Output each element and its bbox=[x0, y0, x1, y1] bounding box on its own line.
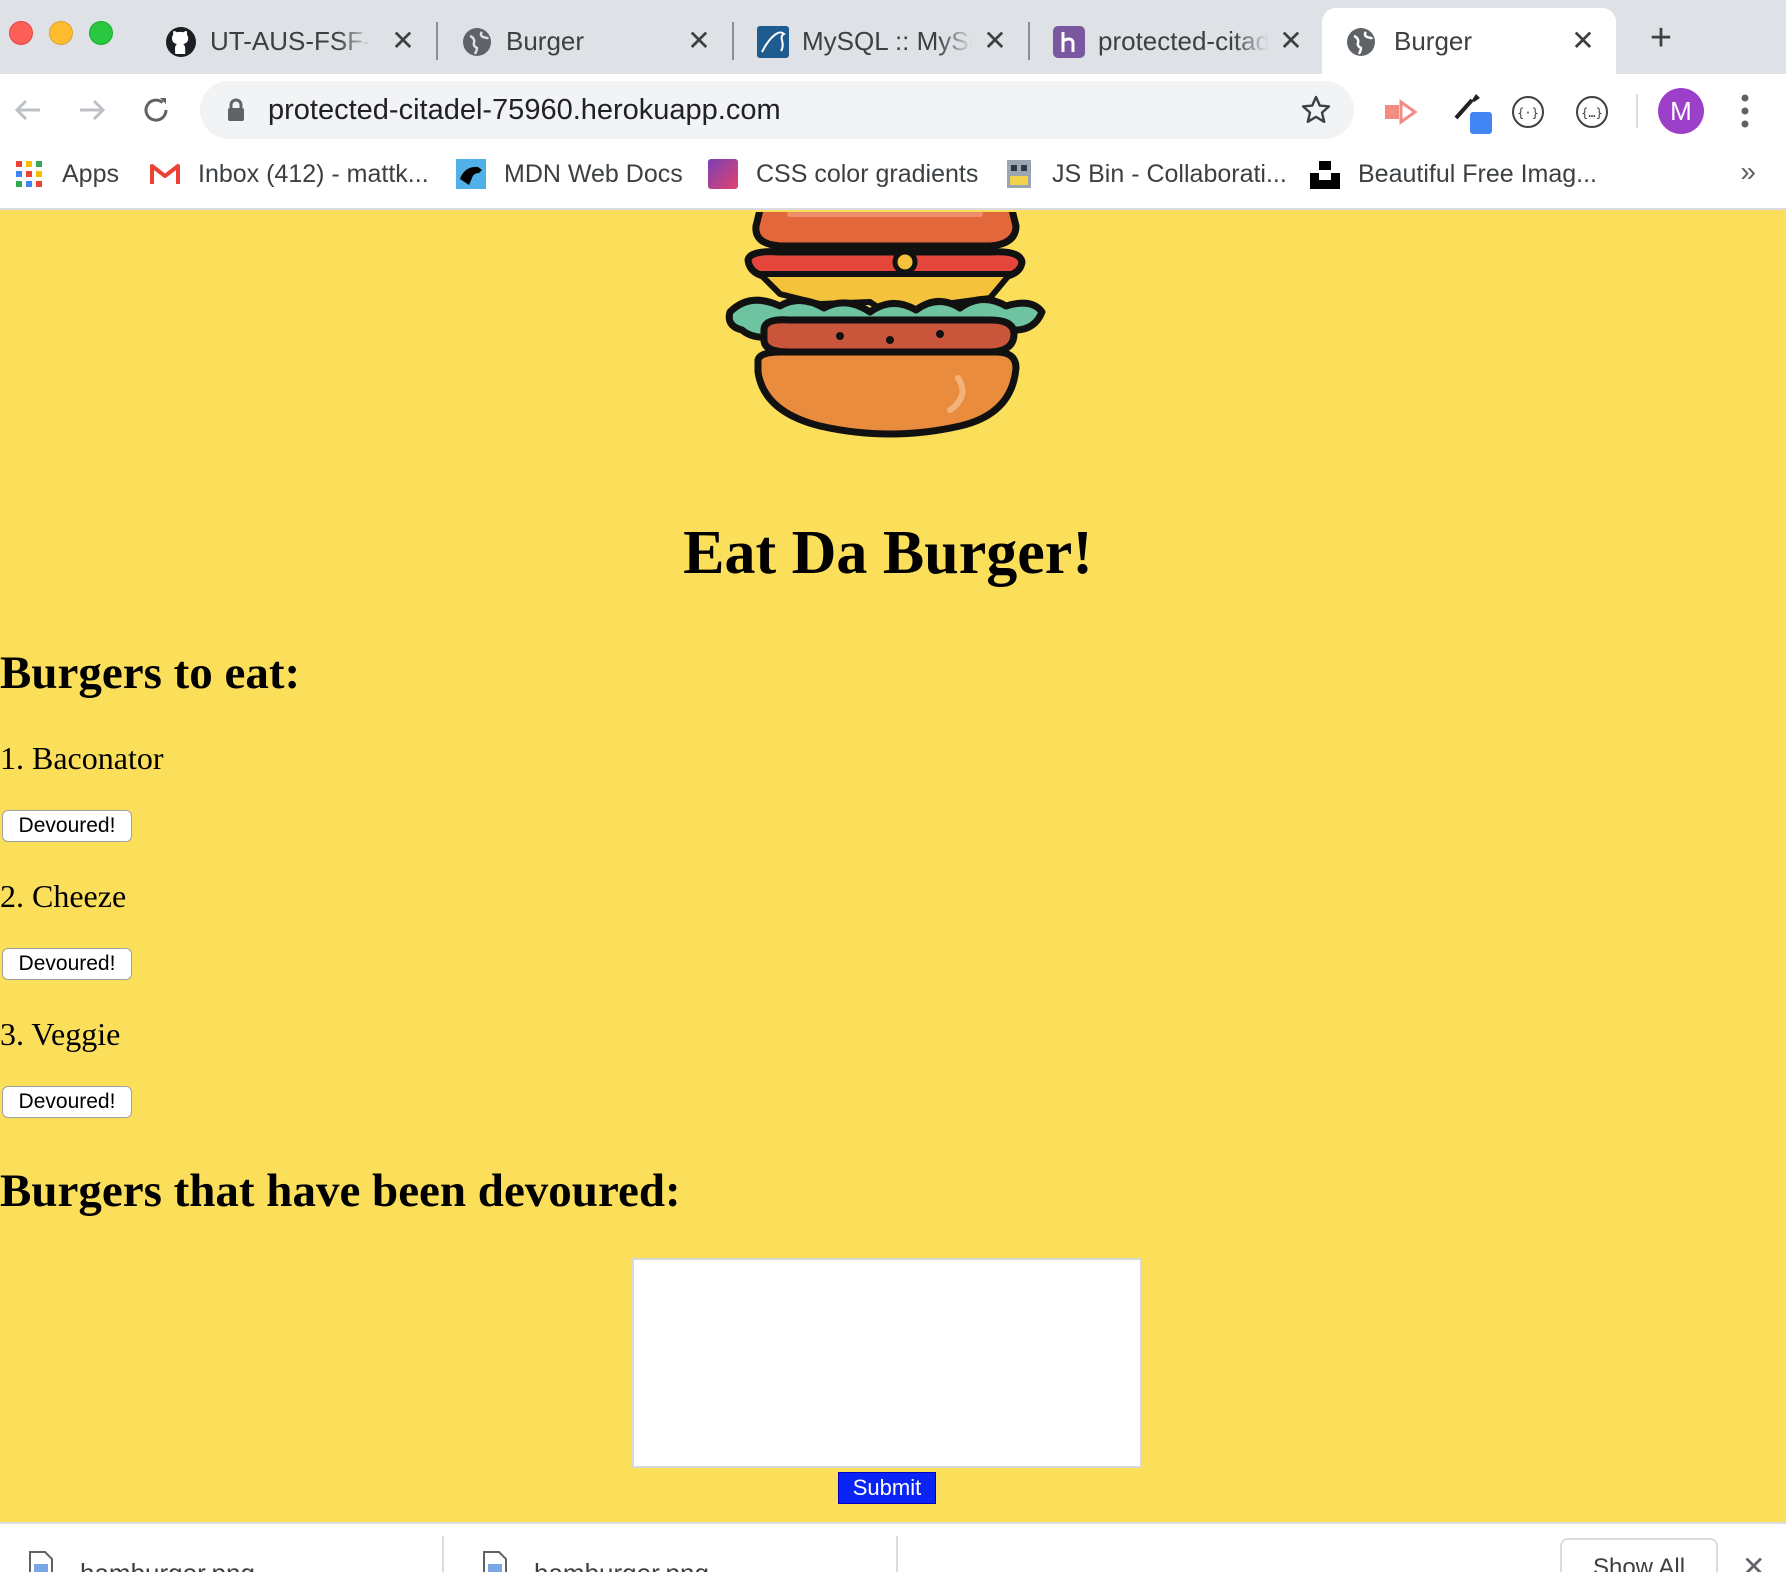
json-extension-icon[interactable]: {·} bbox=[1508, 92, 1548, 132]
bookmark-unsplash[interactable]: Beautiful Free Imag... bbox=[1310, 146, 1597, 202]
tab-strip: UT-AUS-FSF-P ✕ Burger ✕ MySQL :: MySQ ✕ … bbox=[0, 0, 1786, 74]
bookmark-label: MDN Web Docs bbox=[504, 159, 683, 188]
bookmark-apps[interactable]: Apps bbox=[14, 146, 119, 202]
burger-illustration bbox=[725, 212, 1046, 438]
tab-close-icon[interactable]: ✕ bbox=[1276, 26, 1306, 56]
mdn-icon bbox=[456, 159, 486, 189]
globe-icon bbox=[1344, 25, 1378, 59]
reload-button[interactable] bbox=[134, 88, 178, 132]
color-picker-extension-icon[interactable] bbox=[1450, 86, 1494, 136]
tab-github[interactable]: UT-AUS-FSF-P ✕ bbox=[152, 8, 436, 74]
bookmark-label: CSS color gradients bbox=[756, 159, 979, 188]
lock-icon bbox=[228, 98, 244, 121]
window-minimize-button[interactable] bbox=[49, 21, 73, 45]
tab-title: Burger bbox=[506, 26, 585, 56]
tab-title: MySQL :: MySQ bbox=[802, 26, 972, 56]
svg-text:{·}: {·} bbox=[1517, 106, 1539, 120]
address-bar[interactable]: protected-citadel-75960.herokuapp.com bbox=[200, 81, 1354, 139]
bookmark-label: Beautiful Free Imag... bbox=[1358, 159, 1598, 188]
tab-divider bbox=[732, 22, 734, 60]
bookmark-jsbin[interactable]: JS Bin - Collaborati... bbox=[1004, 146, 1287, 202]
page-title: Eat Da Burger! bbox=[683, 519, 1093, 587]
file-icon bbox=[29, 1551, 53, 1572]
tab-close-icon[interactable]: ✕ bbox=[1568, 26, 1598, 56]
window-zoom-button[interactable] bbox=[89, 21, 113, 45]
burger-item-name: 3. Veggie bbox=[0, 1016, 121, 1052]
download-item[interactable]: hamburger.png ︿ bbox=[454, 1524, 894, 1572]
tab-close-icon[interactable]: ✕ bbox=[388, 26, 418, 56]
forward-arrow-icon bbox=[80, 99, 106, 121]
new-tab-button[interactable]: + bbox=[1640, 18, 1682, 60]
chevron-up-icon[interactable]: ︿ bbox=[360, 1558, 382, 1572]
download-item[interactable]: hamburger.png ︿ bbox=[0, 1524, 440, 1572]
tab-burger-active[interactable]: Burger ✕ bbox=[1322, 8, 1616, 74]
burgers-devoured-heading: Burgers that have been devoured: bbox=[0, 1165, 681, 1217]
screencast-extension-icon[interactable] bbox=[1380, 92, 1420, 132]
page-body: Eat Da Burger! Burgers to eat: 1. Bacona… bbox=[0, 212, 1786, 1522]
gradient-icon bbox=[708, 159, 738, 189]
mysql-icon bbox=[756, 25, 790, 59]
chevron-up-icon[interactable]: ︿ bbox=[814, 1558, 836, 1572]
bookmark-gmail[interactable]: Inbox (412) - mattk... bbox=[150, 146, 429, 202]
gmail-icon bbox=[150, 159, 180, 189]
forward-button[interactable] bbox=[70, 88, 114, 132]
globe-icon bbox=[460, 25, 494, 59]
show-all-downloads-button[interactable]: Show All bbox=[1560, 1538, 1718, 1572]
tab-close-icon[interactable]: ✕ bbox=[684, 26, 714, 56]
download-filename: hamburger.png bbox=[534, 1558, 709, 1572]
file-icon bbox=[483, 1551, 507, 1572]
reload-icon bbox=[144, 98, 168, 122]
burger-name-input[interactable] bbox=[632, 1258, 1142, 1468]
tab-heroku[interactable]: protected-citad ✕ bbox=[1040, 8, 1316, 74]
burger-item-name: 2. Cheeze bbox=[0, 878, 127, 914]
download-shelf: hamburger.png ︿ hamburger.png ︿ Show All… bbox=[0, 1522, 1786, 1572]
download-divider bbox=[442, 1536, 444, 1572]
tab-divider bbox=[1028, 22, 1030, 60]
apps-grid-icon bbox=[14, 159, 44, 189]
devoured-button[interactable]: Devoured! bbox=[2, 948, 132, 980]
bookmark-label: Inbox (412) - mattk... bbox=[198, 159, 429, 188]
browser-toolbar: protected-citadel-75960.herokuapp.com {·… bbox=[0, 74, 1786, 146]
burgers-to-eat-heading: Burgers to eat: bbox=[0, 647, 301, 699]
menu-kebab-icon[interactable] bbox=[1730, 90, 1760, 132]
submit-button[interactable]: Submit bbox=[838, 1472, 936, 1504]
tab-divider bbox=[436, 22, 438, 60]
bookmarks-overflow-chevron-icon[interactable]: » bbox=[1740, 156, 1756, 188]
url-text: protected-citadel-75960.herokuapp.com bbox=[268, 94, 781, 126]
svg-text:{…}: {…} bbox=[1581, 106, 1603, 120]
burger-item-name: 1. Baconator bbox=[0, 740, 164, 776]
unsplash-icon bbox=[1310, 159, 1340, 189]
download-filename: hamburger.png bbox=[80, 1558, 255, 1572]
tab-mysql[interactable]: MySQL :: MySQ ✕ bbox=[744, 8, 1020, 74]
tab-title: protected-citad bbox=[1098, 26, 1268, 56]
bookmark-label: JS Bin - Collaborati... bbox=[1052, 159, 1287, 188]
jsbin-icon bbox=[1004, 159, 1034, 189]
bookmarks-bar: Apps Inbox (412) - mattk... MDN Web Docs… bbox=[0, 146, 1786, 210]
profile-avatar[interactable]: M bbox=[1658, 88, 1704, 134]
window-close-button[interactable] bbox=[9, 21, 33, 45]
tab-close-icon[interactable]: ✕ bbox=[980, 26, 1010, 56]
back-button[interactable] bbox=[6, 88, 50, 132]
json-formatter-extension-icon[interactable]: {…} bbox=[1572, 92, 1612, 132]
tab-title: Burger bbox=[1394, 26, 1473, 56]
bookmark-mdn[interactable]: MDN Web Docs bbox=[456, 146, 683, 202]
devoured-button[interactable]: Devoured! bbox=[2, 810, 132, 842]
bookmark-label: Apps bbox=[62, 159, 119, 188]
heroku-icon bbox=[1052, 25, 1086, 59]
back-arrow-icon bbox=[14, 99, 40, 121]
bookmark-star-icon[interactable] bbox=[1300, 94, 1332, 126]
tab-title: UT-AUS-FSF-P bbox=[210, 26, 370, 56]
github-icon bbox=[164, 25, 198, 59]
bookmark-css-gradients[interactable]: CSS color gradients bbox=[708, 146, 978, 202]
close-icon[interactable]: ✕ bbox=[1742, 1550, 1765, 1572]
toolbar-divider bbox=[1636, 94, 1638, 128]
tab-burger[interactable]: Burger ✕ bbox=[448, 8, 724, 74]
download-divider bbox=[896, 1536, 898, 1572]
devoured-button[interactable]: Devoured! bbox=[2, 1086, 132, 1118]
